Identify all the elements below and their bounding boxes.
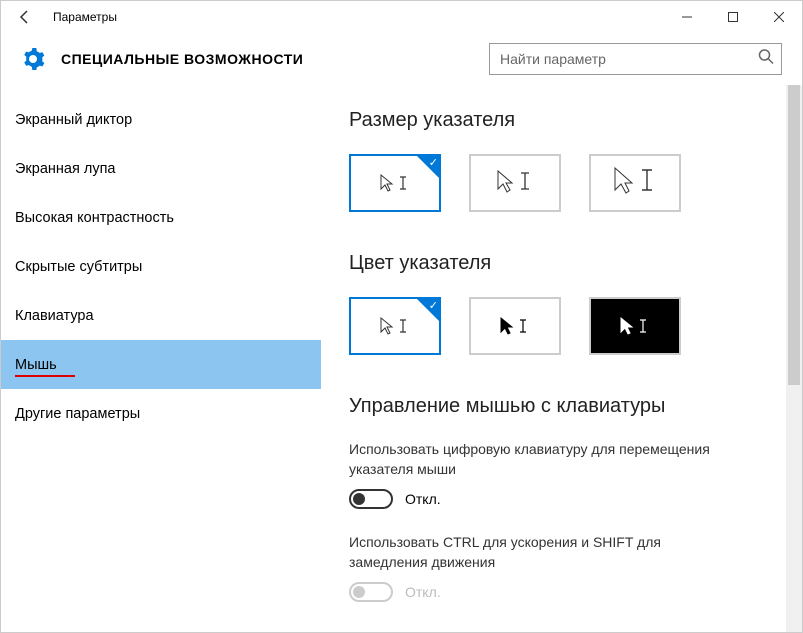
- sidebar-item-label: Клавиатура: [15, 308, 94, 324]
- window-title: Параметры: [41, 10, 664, 24]
- minimize-button[interactable]: [664, 1, 710, 33]
- sidebar: Экранный диктор Экранная лупа Высокая ко…: [1, 85, 321, 632]
- close-button[interactable]: [756, 1, 802, 33]
- toggle-ctrl-shift: [349, 582, 393, 602]
- sidebar-item-label: Другие параметры: [15, 406, 140, 422]
- sidebar-item-closed-captions[interactable]: Скрытые субтитры: [1, 242, 321, 291]
- sidebar-item-label: Скрытые субтитры: [15, 259, 142, 275]
- toggle-numpad-label: Использовать цифровую клавиатуру для пер…: [349, 440, 729, 479]
- pointer-color-black[interactable]: [469, 297, 561, 355]
- gear-icon: [21, 47, 45, 71]
- main-content: Размер указателя ✓ Цвет указателя ✓: [321, 85, 802, 632]
- toggle-ctrl-shift-state: Откл.: [405, 584, 441, 600]
- toggle-numpad[interactable]: [349, 489, 393, 509]
- sidebar-item-label: Экранный диктор: [15, 112, 132, 128]
- pointer-size-small[interactable]: ✓: [349, 154, 441, 212]
- titlebar: Параметры: [1, 1, 802, 33]
- section-title: СПЕЦИАЛЬНЫЕ ВОЗМОЖНОСТИ: [61, 51, 489, 67]
- pointer-color-inverted[interactable]: [589, 297, 681, 355]
- sidebar-item-mouse[interactable]: Мышь: [1, 340, 321, 389]
- sidebar-item-label: Высокая контрастность: [15, 210, 174, 226]
- sidebar-item-magnifier[interactable]: Экранная лупа: [1, 144, 321, 193]
- search-input[interactable]: [489, 43, 782, 75]
- sidebar-item-other[interactable]: Другие параметры: [1, 389, 321, 438]
- toggle-numpad-state: Откл.: [405, 491, 441, 507]
- keyboard-mouse-heading: Управление мышью с клавиатуры: [349, 395, 802, 418]
- toggle-ctrl-shift-label: Использовать CTRL для ускорения и SHIFT …: [349, 533, 729, 572]
- pointer-size-options: ✓: [349, 154, 802, 212]
- scrollbar-thumb[interactable]: [788, 85, 800, 385]
- annotation-underline: [15, 375, 75, 377]
- pointer-color-heading: Цвет указателя: [349, 252, 802, 275]
- sidebar-item-label: Экранная лупа: [15, 161, 115, 177]
- pointer-color-white[interactable]: ✓: [349, 297, 441, 355]
- sidebar-item-label: Мышь: [15, 357, 57, 373]
- header: СПЕЦИАЛЬНЫЕ ВОЗМОЖНОСТИ: [1, 33, 802, 85]
- pointer-size-medium[interactable]: [469, 154, 561, 212]
- pointer-size-large[interactable]: [589, 154, 681, 212]
- sidebar-item-keyboard[interactable]: Клавиатура: [1, 291, 321, 340]
- maximize-button[interactable]: [710, 1, 756, 33]
- sidebar-item-high-contrast[interactable]: Высокая контрастность: [1, 193, 321, 242]
- scrollbar[interactable]: [786, 85, 802, 632]
- pointer-color-options: ✓: [349, 297, 802, 355]
- sidebar-item-narrator[interactable]: Экранный диктор: [1, 95, 321, 144]
- pointer-size-heading: Размер указателя: [349, 109, 802, 132]
- back-button[interactable]: [9, 1, 41, 33]
